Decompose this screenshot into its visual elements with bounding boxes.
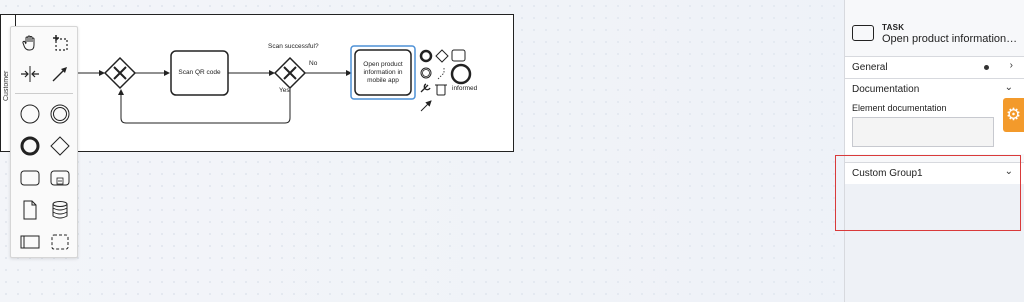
trash-icon bbox=[435, 84, 447, 96]
element-name: Open product information i... bbox=[882, 33, 1018, 45]
gear-icon[interactable]: ⚙ bbox=[1003, 98, 1024, 132]
exclusive-gateway-scan bbox=[273, 56, 307, 90]
pool-icon[interactable] bbox=[17, 229, 43, 255]
wrench-icon bbox=[420, 83, 431, 93]
data-object-icon[interactable] bbox=[17, 197, 43, 223]
group-general[interactable]: General › bbox=[845, 56, 1024, 78]
properties-panel: TASK Open product information i... Gener… bbox=[844, 0, 1024, 302]
group-custom[interactable]: Custom Group1 ⌄ bbox=[845, 162, 1024, 184]
group-icon[interactable] bbox=[47, 229, 73, 255]
group-general-label: General bbox=[852, 62, 888, 73]
tool-palette bbox=[10, 26, 78, 258]
panel-header: TASK Open product information i... bbox=[845, 10, 1024, 56]
append-gateway-icon bbox=[435, 49, 449, 63]
documentation-field-label: Element documentation bbox=[852, 103, 947, 113]
subprocess-icon[interactable] bbox=[47, 165, 73, 191]
chevron-right-icon: › bbox=[1009, 60, 1013, 71]
task-scan-qr-label[interactable]: Scan QR code bbox=[171, 51, 228, 95]
flow-yes-label: Yes bbox=[279, 87, 290, 94]
task-open-line-2: information in bbox=[363, 68, 403, 76]
append-end-event-icon bbox=[419, 49, 433, 63]
context-pad bbox=[419, 49, 472, 112]
start-event-icon[interactable] bbox=[17, 101, 43, 127]
group-documentation-label: Documentation bbox=[852, 84, 920, 95]
intermediate-event-icon[interactable] bbox=[47, 101, 73, 127]
append-task-icon bbox=[451, 49, 466, 62]
hand-tool-icon[interactable] bbox=[17, 30, 43, 56]
data-store-icon[interactable] bbox=[47, 197, 73, 223]
end-event-icon[interactable] bbox=[17, 133, 43, 159]
task-open-product-label[interactable]: Open product information in mobile app bbox=[355, 50, 411, 95]
documentation-textarea[interactable] bbox=[852, 117, 994, 147]
text-annotation-icon bbox=[437, 67, 445, 80]
task-type-icon bbox=[852, 25, 874, 41]
end-event-label: informed bbox=[452, 85, 478, 92]
exclusive-gateway-merge bbox=[103, 56, 137, 90]
chevron-down-icon: ⌄ bbox=[1004, 166, 1013, 177]
documentation-body: Element documentation bbox=[845, 99, 1024, 154]
task-open-line-3: mobile app bbox=[367, 76, 399, 84]
task-open-line-1: Open product bbox=[363, 60, 403, 68]
task-icon[interactable] bbox=[17, 165, 43, 191]
connect-arrow-icon bbox=[420, 100, 432, 112]
flow-no-label: No bbox=[309, 60, 318, 67]
gateway-question-label: Scan successful? bbox=[268, 43, 319, 50]
space-tool-icon[interactable] bbox=[17, 61, 43, 87]
element-type: TASK bbox=[882, 23, 905, 32]
end-event-informed bbox=[450, 63, 472, 85]
custom-group-body bbox=[845, 184, 1024, 302]
data-indicator-dot bbox=[984, 65, 989, 70]
gateway-icon[interactable] bbox=[47, 133, 73, 159]
group-documentation[interactable]: Documentation ⌄ bbox=[845, 78, 1024, 100]
chevron-down-icon: ⌄ bbox=[1004, 82, 1013, 93]
lasso-tool-icon[interactable] bbox=[47, 30, 73, 56]
palette-separator bbox=[15, 93, 73, 94]
global-connect-icon[interactable] bbox=[47, 61, 73, 87]
bpmn-diagram bbox=[74, 45, 472, 124]
group-custom-label: Custom Group1 bbox=[852, 168, 923, 179]
